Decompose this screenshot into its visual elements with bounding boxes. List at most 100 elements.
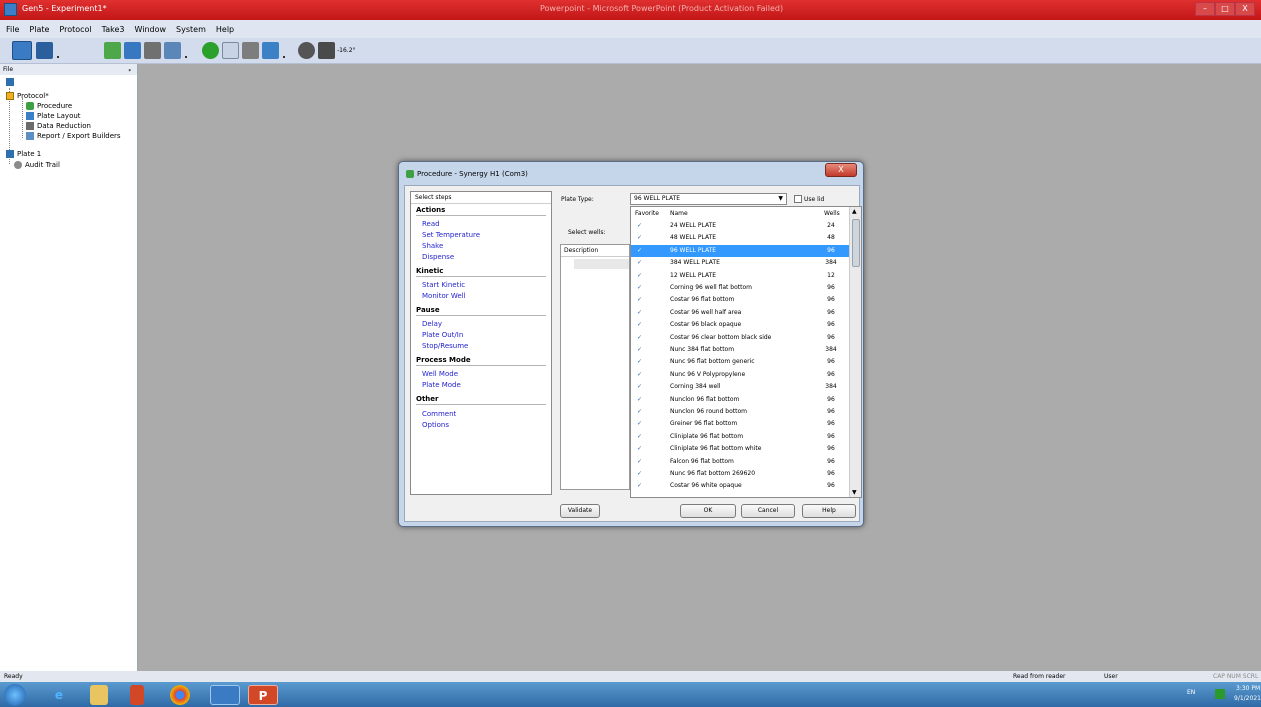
- tree-item-protocol[interactable]: Protocol*: [6, 91, 49, 100]
- menu-file[interactable]: File: [6, 25, 19, 34]
- tree-item-data-reduction[interactable]: Data Reduction: [26, 121, 91, 130]
- validate-button[interactable]: Validate: [560, 504, 600, 518]
- tree-item-report-export[interactable]: Report / Export Builders: [26, 131, 121, 140]
- tree-item-procedure[interactable]: Procedure: [26, 101, 72, 110]
- favorite-check-icon[interactable]: ✓: [637, 272, 642, 279]
- plate-row[interactable]: ✓ Nunc 96 flat bottom generic 96: [631, 356, 849, 368]
- maximize-button[interactable]: □: [1215, 2, 1235, 16]
- plate-row[interactable]: ✓ Nunclon 96 flat bottom 96: [631, 394, 849, 406]
- network-icon[interactable]: [1215, 689, 1225, 699]
- plate-row[interactable]: ✓ Falcon 96 flat bottom 96: [631, 456, 849, 468]
- close-button[interactable]: X: [1235, 2, 1255, 16]
- favorite-check-icon[interactable]: ✓: [637, 309, 642, 316]
- step-options[interactable]: Options: [422, 421, 449, 429]
- start-button[interactable]: [4, 684, 26, 706]
- step-dispense[interactable]: Dispense: [422, 253, 454, 261]
- save-icon[interactable]: [36, 42, 59, 59]
- scroll-thumb[interactable]: [852, 219, 860, 267]
- step-start-kinetic[interactable]: Start Kinetic: [422, 281, 465, 289]
- plate-type-select[interactable]: 96 WELL PLATE ▼: [630, 193, 787, 205]
- help-button[interactable]: Help: [802, 504, 856, 518]
- scroll-up-icon[interactable]: ▲: [852, 208, 857, 215]
- plate-row[interactable]: ✓ Costar 96 clear bottom black side 96: [631, 332, 849, 344]
- favorite-check-icon[interactable]: ✓: [637, 284, 642, 291]
- plate-row[interactable]: ✓ 384 WELL PLATE 384: [631, 257, 849, 269]
- plate-row[interactable]: ✓ Cliniplate 96 flat bottom white 96: [631, 443, 849, 455]
- preview-icon[interactable]: [222, 42, 239, 59]
- step-delay[interactable]: Delay: [422, 320, 442, 328]
- ok-button[interactable]: OK: [680, 504, 736, 518]
- plate-row[interactable]: ✓ Corning 384 well 384: [631, 381, 849, 393]
- step-well-mode[interactable]: Well Mode: [422, 370, 458, 378]
- menu-take3[interactable]: Take3: [102, 25, 125, 34]
- plate-row[interactable]: ✓ Nunc 96 V Polypropylene 96: [631, 369, 849, 381]
- favorite-check-icon[interactable]: ✓: [637, 420, 642, 427]
- print-icon[interactable]: [242, 42, 259, 59]
- step-read[interactable]: Read: [422, 220, 440, 228]
- favorite-check-icon[interactable]: ✓: [637, 396, 642, 403]
- favorite-check-icon[interactable]: ✓: [637, 433, 642, 440]
- tree-item-plate1[interactable]: Plate 1: [6, 149, 41, 158]
- favorite-check-icon[interactable]: ✓: [637, 247, 642, 254]
- plate-row[interactable]: ✓ Costar 96 flat bottom 96: [631, 294, 849, 306]
- favorite-check-icon[interactable]: ✓: [637, 383, 642, 390]
- powerpoint-taskbar-icon[interactable]: P: [248, 685, 278, 705]
- clock-time[interactable]: 3:30 PM: [1236, 685, 1260, 692]
- step-set-temperature[interactable]: Set Temperature: [422, 231, 480, 239]
- new-protocol-icon[interactable]: [104, 42, 121, 59]
- favorite-check-icon[interactable]: ✓: [637, 296, 642, 303]
- list-scrollbar[interactable]: ▲ ▼: [849, 207, 861, 497]
- favorite-check-icon[interactable]: ✓: [637, 358, 642, 365]
- menu-system[interactable]: System: [176, 25, 206, 34]
- language-indicator[interactable]: EN: [1187, 689, 1195, 696]
- favorite-check-icon[interactable]: ✓: [637, 445, 642, 452]
- favorite-check-icon[interactable]: ✓: [637, 259, 642, 266]
- menu-protocol[interactable]: Protocol: [59, 25, 91, 34]
- reader-icon[interactable]: [298, 42, 315, 59]
- plate-row[interactable]: ✓ Costar 96 well half area 96: [631, 307, 849, 319]
- favorite-column-header[interactable]: Favorite: [635, 210, 659, 217]
- new-experiment-icon[interactable]: [12, 41, 32, 60]
- favorite-check-icon[interactable]: ✓: [637, 408, 642, 415]
- status-user[interactable]: User: [1104, 673, 1118, 680]
- favorite-check-icon[interactable]: ✓: [637, 234, 642, 241]
- export-icon[interactable]: [164, 42, 187, 59]
- read-plate-icon[interactable]: [202, 42, 219, 59]
- favorite-check-icon[interactable]: ✓: [637, 482, 642, 489]
- plate-row[interactable]: ✓ Costar 96 black opaque 96: [631, 319, 849, 331]
- temperature-icon[interactable]: [318, 42, 335, 59]
- use-lid-checkbox[interactable]: Use lid: [794, 195, 824, 203]
- wells-column-header[interactable]: Wells: [824, 210, 840, 217]
- minimize-button[interactable]: –: [1195, 2, 1215, 16]
- plate-type-list[interactable]: Favorite Name Wells ✓ 24 WELL PLATE 24 ✓ 48 …: [630, 206, 862, 498]
- plate-layout-icon[interactable]: [124, 42, 141, 59]
- pin-icon[interactable]: ᵩ: [129, 64, 132, 75]
- tree-item-audit-trail[interactable]: Audit Trail: [14, 160, 60, 169]
- step-stop-resume[interactable]: Stop/Resume: [422, 342, 468, 350]
- plate-row[interactable]: ✓ Corning 96 well flat bottom 96: [631, 282, 849, 294]
- clock-date[interactable]: 9/1/2021: [1234, 695, 1261, 702]
- plate-row[interactable]: ✓ 48 WELL PLATE 48: [631, 232, 849, 244]
- favorite-check-icon[interactable]: ✓: [637, 346, 642, 353]
- menu-help[interactable]: Help: [216, 25, 234, 34]
- name-column-header[interactable]: Name: [670, 210, 688, 217]
- scroll-down-icon[interactable]: ▼: [852, 489, 857, 496]
- tree-item-plate-layout[interactable]: Plate Layout: [26, 111, 81, 120]
- report-icon[interactable]: [262, 42, 285, 59]
- plate-row[interactable]: ✓ Nunc 384 flat bottom 384: [631, 344, 849, 356]
- plate-row[interactable]: ✓ Nunclon 96 round bottom 96: [631, 406, 849, 418]
- step-comment[interactable]: Comment: [422, 410, 456, 418]
- plate-row[interactable]: ✓ Greiner 96 flat bottom 96: [631, 418, 849, 430]
- menu-plate[interactable]: Plate: [29, 25, 49, 34]
- favorite-check-icon[interactable]: ✓: [637, 334, 642, 341]
- chrome-icon[interactable]: [170, 685, 190, 705]
- favorite-check-icon[interactable]: ✓: [637, 458, 642, 465]
- internet-explorer-icon[interactable]: e: [44, 685, 74, 705]
- outlook-icon[interactable]: [130, 685, 144, 705]
- favorite-check-icon[interactable]: ✓: [637, 371, 642, 378]
- plate-row[interactable]: ✓ Cliniplate 96 flat bottom 96: [631, 431, 849, 443]
- step-plate-mode[interactable]: Plate Mode: [422, 381, 461, 389]
- data-reduction-icon[interactable]: [144, 42, 161, 59]
- step-monitor-well[interactable]: Monitor Well: [422, 292, 466, 300]
- step-shake[interactable]: Shake: [422, 242, 443, 250]
